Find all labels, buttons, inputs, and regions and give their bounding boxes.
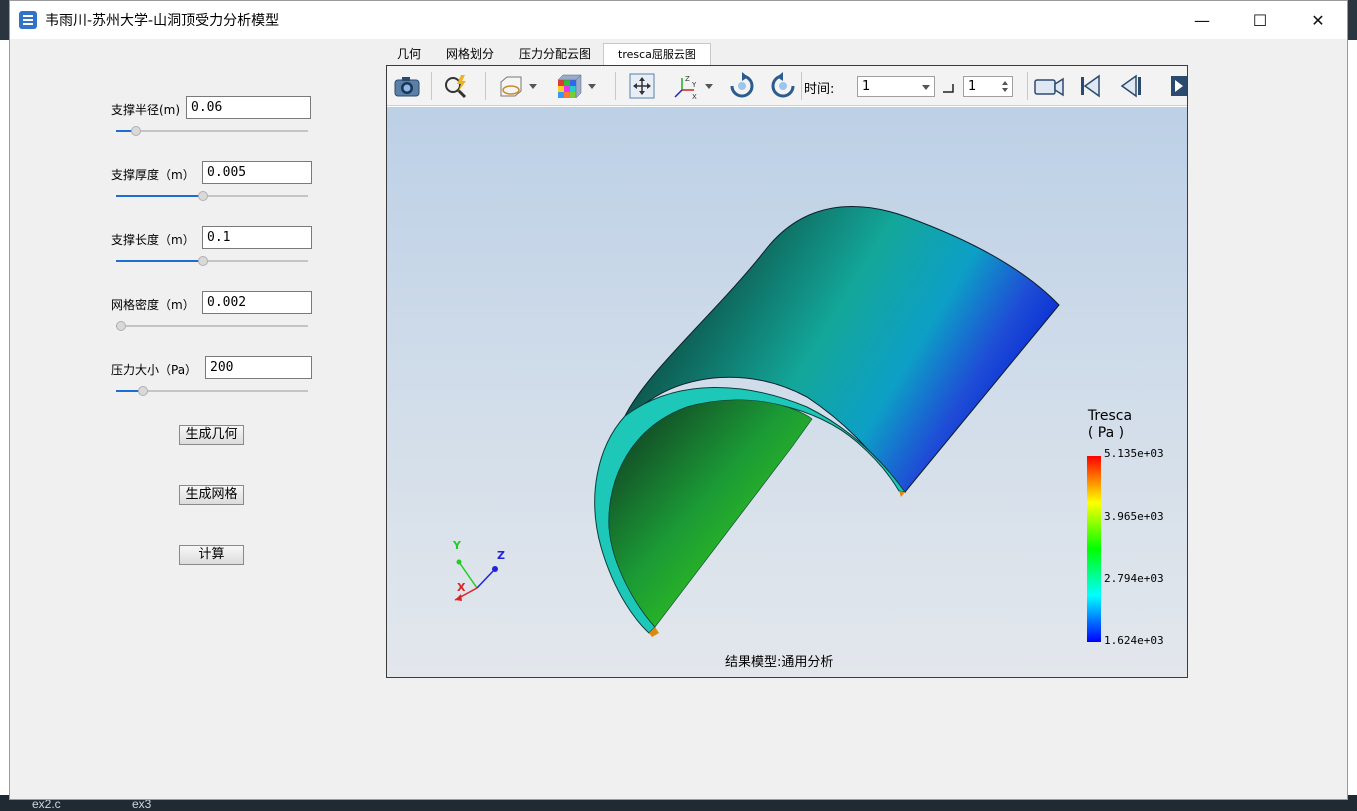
chevron-down-icon[interactable]: [586, 72, 598, 100]
slider-handle[interactable]: [131, 126, 141, 136]
axis-x-label: X: [457, 581, 466, 594]
axes-icon[interactable]: Z Y X: [670, 72, 700, 100]
axis-z-label: Z: [497, 549, 505, 562]
radius-input[interactable]: 0.06: [186, 96, 311, 119]
rotate-ccw-icon[interactable]: [768, 72, 798, 100]
generate-geometry-button[interactable]: 生成几何: [179, 425, 244, 445]
fit-view-icon[interactable]: [627, 72, 657, 100]
legend-value: 2.794e+03: [1104, 572, 1164, 585]
render-area[interactable]: Y Z X Tresca ( Pa ) 5.135e+03 3.965e+03 …: [387, 107, 1187, 678]
desktop-background-right: [1347, 40, 1357, 800]
svg-text:Y: Y: [691, 81, 697, 89]
color-cube-icon[interactable]: [554, 72, 584, 100]
time-select-value: 1: [862, 79, 871, 94]
toolbar-separator: [431, 72, 432, 100]
next-icon[interactable]: [1169, 72, 1187, 100]
legend-value-max: 5.135e+03: [1104, 447, 1164, 460]
slider-handle[interactable]: [198, 191, 208, 201]
toolbar-separator: [801, 72, 802, 100]
result-caption: 结果模型:通用分析: [725, 655, 834, 670]
legend-unit: ( Pa ): [1087, 425, 1125, 441]
chevron-down-icon[interactable]: [527, 72, 539, 100]
maximize-button[interactable]: ☐: [1231, 1, 1289, 39]
legend-value-min: 1.624e+03: [1104, 634, 1164, 647]
legend-value: 3.965e+03: [1104, 510, 1164, 523]
thickness-label: 支撑厚度（m）: [111, 168, 195, 182]
toolbar-separator: [615, 72, 616, 100]
legend-title: Tresca: [1087, 408, 1133, 424]
first-frame-icon[interactable]: [1075, 72, 1105, 100]
camera-icon[interactable]: [392, 72, 422, 100]
length-label: 支撑长度（m）: [111, 233, 195, 247]
tab-pressure-contour[interactable]: 压力分配云图: [512, 43, 598, 65]
rotate-cw-icon[interactable]: [727, 72, 757, 100]
result-viewer[interactable]: Z Y X 时间: 1 1 Y Z X Tresca (Pa) 5.135e…: [386, 65, 1188, 678]
toolbar-separator: [1027, 72, 1028, 100]
svg-text:X: X: [692, 93, 697, 100]
pressure-label: 压力大小（Pa）: [111, 363, 198, 377]
time-select[interactable]: 1: [857, 76, 935, 97]
viewer-toolbar: Z Y X 时间: 1 1: [387, 66, 1187, 106]
spinner-arrows-icon[interactable]: [1001, 79, 1009, 94]
time-label: 时间:: [804, 82, 835, 97]
window-title: 韦雨川-苏州大学-山洞顶受力分析模型: [45, 13, 280, 29]
axis-y-label: Y: [453, 539, 461, 552]
tab-geometry[interactable]: 几何: [390, 43, 428, 65]
chevron-down-icon[interactable]: [703, 72, 715, 100]
radius-label: 支撑半径(m): [111, 103, 181, 117]
mesh-density-slider[interactable]: [116, 320, 308, 332]
chevron-down-icon: [922, 85, 930, 90]
slider-handle[interactable]: [198, 256, 208, 266]
close-button[interactable]: ✕: [1289, 1, 1347, 39]
pressure-slider[interactable]: [116, 385, 308, 397]
record-icon[interactable]: [1032, 72, 1066, 100]
mesh-density-input[interactable]: 0.002: [202, 291, 312, 314]
step-spinner[interactable]: 1: [963, 76, 1013, 97]
length-slider[interactable]: [116, 255, 308, 267]
legend-color-bar: [1087, 456, 1101, 642]
minimize-button[interactable]: —: [1173, 1, 1231, 39]
thickness-slider[interactable]: [116, 190, 308, 202]
generate-mesh-button[interactable]: 生成网格: [179, 485, 244, 505]
compute-button[interactable]: 计算: [179, 545, 244, 565]
zoom-query-icon[interactable]: [441, 72, 471, 100]
slider-handle[interactable]: [138, 386, 148, 396]
toolbar-separator: [485, 72, 486, 100]
visibility-icon[interactable]: [495, 72, 525, 100]
radius-slider[interactable]: [116, 125, 308, 137]
step-mode-icon[interactable]: [941, 82, 955, 94]
thickness-input[interactable]: 0.005: [202, 161, 312, 184]
svg-text:Z: Z: [685, 75, 690, 83]
title-bar: 韦雨川-苏州大学-山洞顶受力分析模型 — ☐ ✕: [10, 1, 1347, 39]
mesh-density-label: 网格密度（m）: [111, 298, 195, 312]
prev-frame-icon[interactable]: [1116, 72, 1146, 100]
tresca-model-render[interactable]: [387, 107, 1187, 678]
step-spinner-value: 1: [968, 79, 977, 94]
tab-tresca-contour[interactable]: tresca屈服云图: [603, 43, 711, 65]
pressure-input[interactable]: 200: [205, 356, 312, 379]
app-window: 韦雨川-苏州大学-山洞顶受力分析模型 — ☐ ✕ 支撑半径(m) 0.06 支撑…: [9, 0, 1348, 800]
length-input[interactable]: 0.1: [202, 226, 312, 249]
tab-mesh[interactable]: 网格划分: [438, 43, 502, 65]
app-logo-icon: [19, 11, 37, 29]
slider-handle[interactable]: [116, 321, 126, 331]
